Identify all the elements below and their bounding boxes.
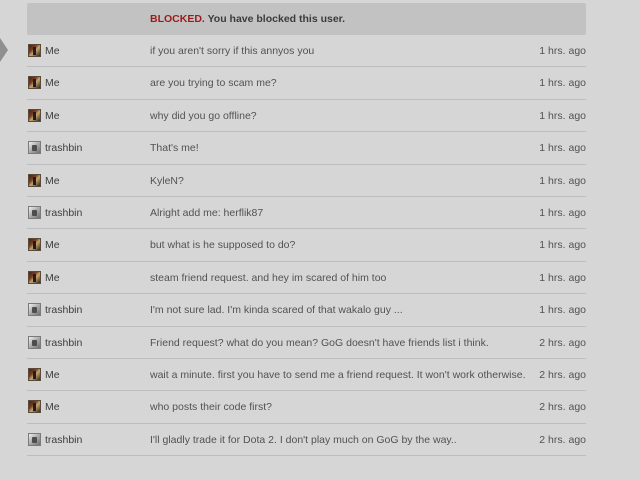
- conversation-page: BLOCKED. You have blocked this user. Me …: [0, 0, 640, 480]
- sender-name[interactable]: trashbin: [45, 304, 82, 316]
- blocked-status-word: BLOCKED.: [150, 13, 205, 25]
- message-row[interactable]: trashbin I'm not sure lad. I'm kinda sca…: [27, 294, 586, 327]
- message-text: but what is he supposed to do?: [150, 239, 296, 252]
- message-text: KyleN?: [150, 174, 184, 187]
- trashbin-avatar[interactable]: [28, 432, 41, 446]
- message-text: wait a minute. first you have to send me…: [150, 368, 526, 381]
- message-time: 1 hrs. ago: [539, 304, 586, 317]
- me-avatar[interactable]: [28, 108, 41, 122]
- sender-name[interactable]: Me: [45, 272, 60, 284]
- message-list: Me if you aren't sorry if this annyos yo…: [27, 35, 586, 457]
- sender-name[interactable]: Me: [45, 175, 60, 187]
- message-text: are you trying to scam me?: [150, 77, 277, 90]
- message-time: 2 hrs. ago: [539, 368, 586, 381]
- message-row[interactable]: Me but what is he supposed to do? 1 hrs.…: [27, 229, 586, 262]
- trashbin-avatar[interactable]: [28, 303, 41, 317]
- me-avatar[interactable]: [28, 173, 41, 187]
- message-time: 2 hrs. ago: [539, 433, 586, 446]
- sender-name[interactable]: trashbin: [45, 207, 82, 219]
- message-time: 1 hrs. ago: [539, 271, 586, 284]
- message-row[interactable]: Me if you aren't sorry if this annyos yo…: [27, 35, 586, 68]
- message-time: 1 hrs. ago: [539, 206, 586, 219]
- sender-name[interactable]: Me: [45, 369, 60, 381]
- message-row[interactable]: Me why did you go offline? 1 hrs. ago: [27, 100, 586, 133]
- message-row[interactable]: Me who posts their code first? 2 hrs. ag…: [27, 391, 586, 424]
- message-row[interactable]: Me wait a minute. first you have to send…: [27, 359, 586, 392]
- collapse-arrow-icon[interactable]: [0, 38, 8, 62]
- message-text: Alright add me: herflik87: [150, 206, 264, 219]
- message-text: Friend request? what do you mean? GoG do…: [150, 336, 489, 349]
- me-avatar[interactable]: [28, 76, 41, 90]
- message-row[interactable]: trashbin Alright add me: herflik87 1 hrs…: [27, 197, 586, 230]
- me-avatar[interactable]: [28, 44, 41, 57]
- trashbin-avatar[interactable]: [28, 141, 41, 155]
- message-time: 2 hrs. ago: [539, 336, 586, 349]
- message-time: 1 hrs. ago: [539, 45, 586, 57]
- message-row[interactable]: Me KyleN? 1 hrs. ago: [27, 165, 586, 197]
- message-time: 1 hrs. ago: [539, 174, 586, 187]
- message-time: 2 hrs. ago: [539, 401, 586, 414]
- message-text: why did you go offline?: [150, 109, 257, 122]
- blocked-status-text: You have blocked this user.: [207, 13, 346, 25]
- message-row[interactable]: trashbin That's me! 1 hrs. ago: [27, 132, 586, 165]
- sender-name[interactable]: trashbin: [45, 142, 82, 154]
- sender-name[interactable]: Me: [45, 110, 60, 122]
- sender-name[interactable]: Me: [45, 77, 60, 89]
- sender-name[interactable]: trashbin: [45, 434, 82, 446]
- message-row[interactable]: trashbin Friend request? what do you mea…: [27, 327, 586, 359]
- trashbin-avatar[interactable]: [28, 205, 41, 219]
- message-text: I'll gladly trade it for Dota 2. I don't…: [150, 433, 457, 446]
- sender-name[interactable]: trashbin: [45, 337, 82, 349]
- me-avatar[interactable]: [28, 400, 41, 414]
- trashbin-avatar[interactable]: [28, 335, 41, 349]
- message-time: 1 hrs. ago: [539, 239, 586, 252]
- message-text: steam friend request. and hey im scared …: [150, 271, 387, 284]
- message-text: I'm not sure lad. I'm kinda scared of th…: [150, 304, 403, 317]
- blocked-banner: BLOCKED. You have blocked this user.: [27, 3, 586, 35]
- me-avatar[interactable]: [28, 367, 41, 381]
- message-time: 1 hrs. ago: [539, 142, 586, 155]
- sender-name[interactable]: Me: [45, 401, 60, 413]
- sender-name[interactable]: Me: [45, 239, 60, 251]
- me-avatar[interactable]: [28, 270, 41, 284]
- message-row[interactable]: Me are you trying to scam me? 1 hrs. ago: [27, 67, 586, 100]
- message-text: if you aren't sorry if this annyos you: [150, 45, 315, 57]
- blocked-notice: BLOCKED. You have blocked this user.: [150, 13, 345, 25]
- message-time: 1 hrs. ago: [539, 77, 586, 90]
- sender-name[interactable]: Me: [45, 45, 60, 57]
- message-time: 1 hrs. ago: [539, 109, 586, 122]
- message-text: That's me!: [150, 142, 199, 155]
- message-row[interactable]: trashbin I'll gladly trade it for Dota 2…: [27, 424, 586, 457]
- message-text: who posts their code first?: [150, 401, 272, 414]
- message-row[interactable]: Me steam friend request. and hey im scar…: [27, 262, 586, 295]
- me-avatar[interactable]: [28, 238, 41, 252]
